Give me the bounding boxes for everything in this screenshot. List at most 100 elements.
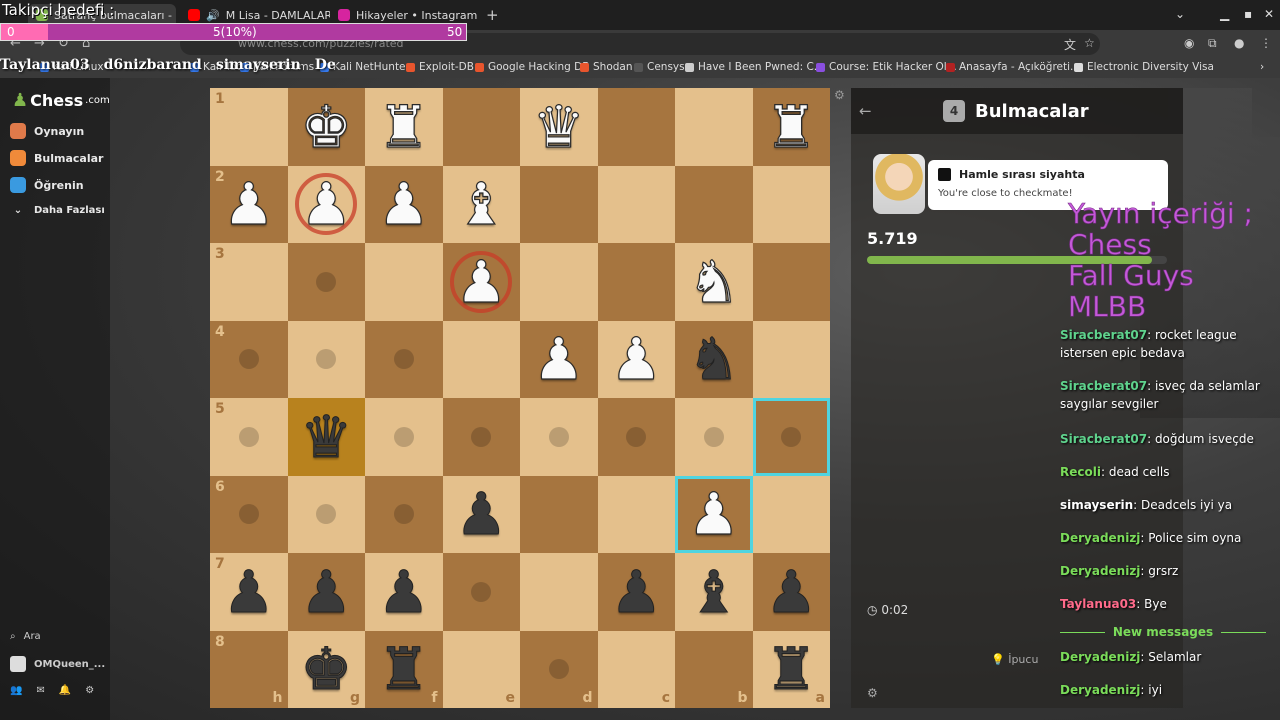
board-square[interactable] <box>365 243 443 321</box>
board-square[interactable] <box>365 398 443 476</box>
board-square[interactable] <box>752 165 830 243</box>
board-square[interactable]: ♟ <box>675 475 753 553</box>
bookmark-haveibeenpwned[interactable]: Have I Been Pwned: C... <box>685 61 824 73</box>
board-square[interactable]: 8h <box>210 630 288 708</box>
white-pawn-icon[interactable]: ♟ <box>610 330 663 389</box>
bell-icon[interactable]: 🔔 <box>59 685 71 696</box>
hint-button[interactable]: 💡 İpucu <box>991 653 1038 666</box>
board-square[interactable] <box>675 165 753 243</box>
menu-icon[interactable]: ⋮ <box>1260 36 1272 50</box>
minimize-button[interactable]: ▁ <box>1220 7 1229 21</box>
board-square[interactable]: ♛ <box>287 398 365 476</box>
white-pawn-icon[interactable]: ♟ <box>300 175 353 234</box>
board-square[interactable] <box>597 88 675 166</box>
black-queen-icon[interactable]: ♛ <box>300 407 353 466</box>
board-square[interactable]: ♟ <box>287 165 365 243</box>
board-square[interactable]: ♟ <box>752 553 830 631</box>
black-pawn-icon[interactable]: ♟ <box>300 562 353 621</box>
legal-move-dot[interactable] <box>393 504 414 525</box>
board-square[interactable] <box>597 165 675 243</box>
black-bishop-icon[interactable]: ♝ <box>687 562 740 621</box>
white-pawn-icon[interactable]: ♟ <box>687 485 740 544</box>
board-square[interactable] <box>287 243 365 321</box>
board-square[interactable]: ♟ <box>365 165 443 243</box>
board-settings-gear-icon[interactable]: ⚙ <box>834 88 845 102</box>
panel-settings-gear-icon[interactable]: ⚙ <box>867 686 878 700</box>
board-square[interactable]: f ♜ <box>365 630 443 708</box>
board-square[interactable]: ♚ <box>287 88 365 166</box>
sidebar-search[interactable]: ⌕ Ara <box>10 631 41 642</box>
board-square[interactable]: ♜ <box>752 88 830 166</box>
board-square[interactable] <box>287 320 365 398</box>
board-square[interactable] <box>442 398 520 476</box>
white-pawn-icon[interactable]: ♟ <box>455 252 508 311</box>
black-rook-icon[interactable]: ♜ <box>377 640 430 699</box>
board-square[interactable]: e <box>442 630 520 708</box>
board-square[interactable] <box>752 475 830 553</box>
board-square[interactable] <box>442 553 520 631</box>
extension-red-icon[interactable]: ● <box>1234 36 1244 50</box>
board-square[interactable]: ♟ <box>597 320 675 398</box>
legal-move-dot[interactable] <box>471 581 492 602</box>
chesscom-logo[interactable]: ♟ Chess .com <box>12 90 110 111</box>
white-king-icon[interactable]: ♚ <box>300 97 353 156</box>
sidebar-item-puzzles[interactable]: Bulmacalar <box>10 150 103 166</box>
board-square[interactable] <box>752 243 830 321</box>
account-icon[interactable]: ◉ <box>1184 36 1194 50</box>
mail-icon[interactable]: ✉ <box>36 685 44 696</box>
sidebar-item-more[interactable]: ⌄ Daha Fazlası <box>10 205 105 216</box>
board-square[interactable]: ♟ <box>287 553 365 631</box>
friends-icon[interactable]: 👥 <box>10 685 22 696</box>
board-square[interactable]: ♟ <box>365 553 443 631</box>
legal-move-dot[interactable] <box>316 504 337 525</box>
board-square[interactable]: b <box>675 630 753 708</box>
white-pawn-icon[interactable]: ♟ <box>532 330 585 389</box>
legal-move-dot[interactable] <box>393 349 414 370</box>
board-square[interactable]: ♜ <box>365 88 443 166</box>
black-pawn-icon[interactable]: ♟ <box>765 562 818 621</box>
board-square[interactable] <box>675 88 753 166</box>
sidebar-profile[interactable]: OMQueen_... <box>10 656 105 672</box>
back-arrow-icon[interactable]: ← <box>859 102 872 120</box>
bookmark-etik-hacker[interactable]: Course: Etik Hacker Ol... <box>816 61 957 73</box>
legal-move-dot[interactable] <box>316 349 337 370</box>
board-square[interactable] <box>520 398 598 476</box>
board-square[interactable]: c <box>597 630 675 708</box>
black-pawn-icon[interactable]: ♟ <box>610 562 663 621</box>
white-rook-icon[interactable]: ♜ <box>765 97 818 156</box>
board-square[interactable]: 3 <box>210 243 288 321</box>
bookmark-acikogretim[interactable]: Anasayfa - Açıköğreti... <box>946 61 1080 73</box>
legal-move-dot[interactable] <box>471 426 492 447</box>
bookmark-star-icon[interactable]: ☆ <box>1084 36 1095 50</box>
board-square[interactable]: g ♚ <box>287 630 365 708</box>
legal-move-dot[interactable] <box>548 426 569 447</box>
legal-move-dot[interactable] <box>548 659 569 680</box>
board-square[interactable]: 1 <box>210 88 288 166</box>
bookmark-shodan[interactable]: Shodan <box>580 61 633 73</box>
black-pawn-icon[interactable]: ♟ <box>455 485 508 544</box>
legal-move-dot[interactable] <box>626 426 647 447</box>
bookmark-censys[interactable]: Censys <box>634 61 685 73</box>
white-bishop-icon[interactable]: ♝ <box>455 175 508 234</box>
board-square[interactable] <box>520 243 598 321</box>
tab-list-chevron-icon[interactable]: ⌄ <box>1175 7 1185 21</box>
white-knight-icon[interactable]: ♞ <box>687 252 740 311</box>
legal-move-dot[interactable] <box>316 271 337 292</box>
board-square[interactable]: ♝ <box>675 553 753 631</box>
board-square[interactable] <box>442 88 520 166</box>
sidebar-item-play[interactable]: Oynayın <box>10 123 84 139</box>
chess-board[interactable]: 1 ♚ ♜ ♛ ♜ 2 ♟ ♟ ♟ ♝ 3 ♟ ♞ 4 ♟ ♟ ♞ 5 ♛ 6 ♟ ♟ 7 ♟ ♟ ♟ ♟ ♝ ♟ 8 h g ♚ f ♜ e d c b a… <box>210 88 830 708</box>
board-square[interactable] <box>365 320 443 398</box>
board-square[interactable]: ♞ <box>675 320 753 398</box>
new-tab-button[interactable]: + <box>486 6 499 24</box>
board-square[interactable] <box>520 165 598 243</box>
black-pawn-icon[interactable]: ♟ <box>222 562 275 621</box>
bookmark-google-hacking-db[interactable]: Google Hacking DB <box>475 61 589 73</box>
board-square[interactable] <box>675 398 753 476</box>
extensions-icon[interactable]: ⧉ <box>1208 36 1217 51</box>
black-knight-icon[interactable]: ♞ <box>687 330 740 389</box>
legal-move-dot[interactable] <box>781 426 802 447</box>
sidebar-item-learn[interactable]: Öğrenin <box>10 177 84 193</box>
board-square[interactable] <box>287 475 365 553</box>
board-square[interactable] <box>752 398 830 476</box>
